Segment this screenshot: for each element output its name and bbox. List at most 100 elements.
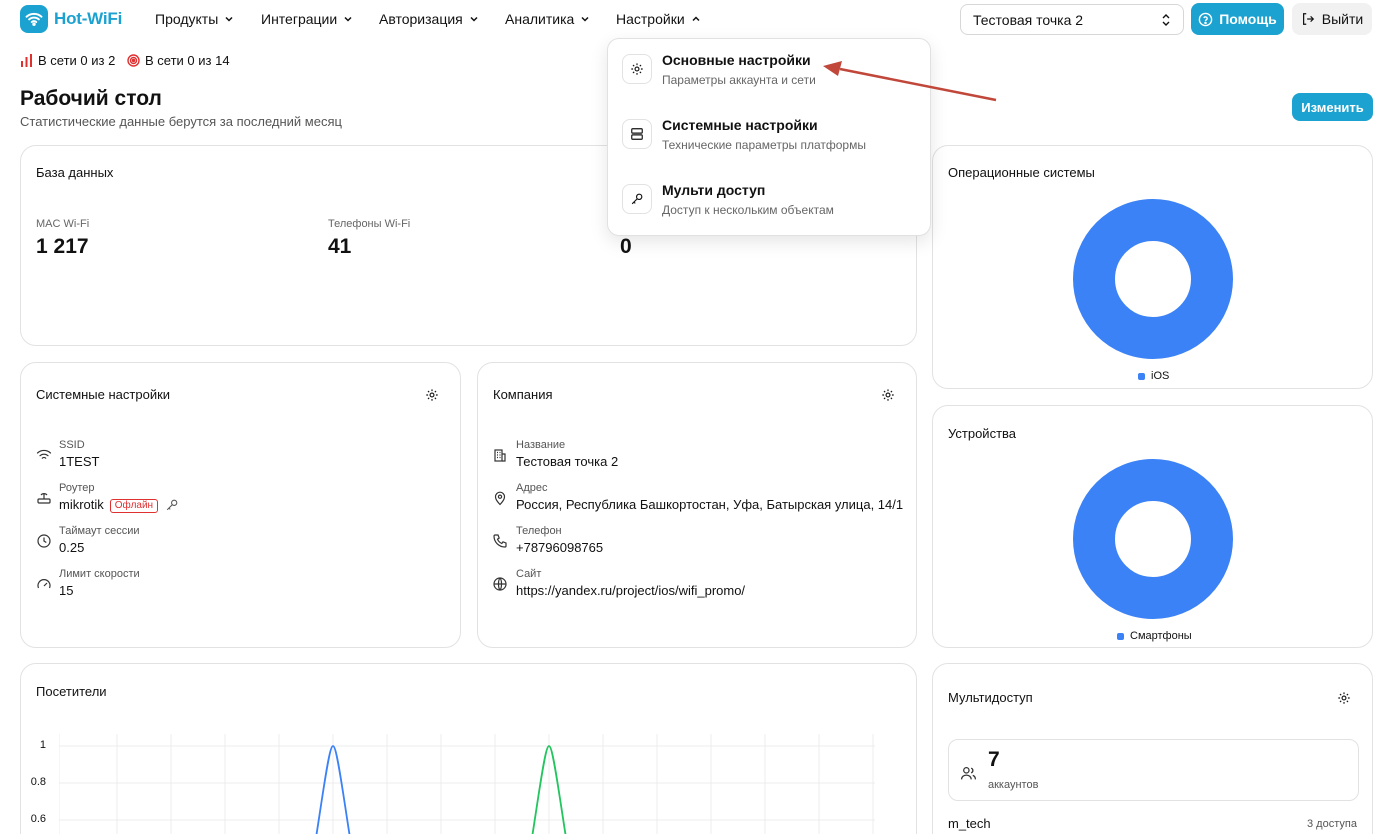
- help-button-label: Помощь: [1219, 11, 1277, 27]
- speedometer-icon: [37, 579, 51, 589]
- legend-swatch: [1138, 372, 1145, 380]
- nav-settings-label: Настройки: [616, 11, 685, 27]
- user-access-count: 3 доступа: [1307, 818, 1357, 830]
- multi-access-title: Мультидоступ: [948, 690, 1033, 705]
- os-donut-chart: [1073, 199, 1233, 359]
- router-value: mikrotik: [59, 497, 104, 512]
- logo-text: Hot-WiFi: [54, 9, 123, 28]
- mac-value: 1 217: [36, 235, 89, 258]
- mac-label: MAC Wi-Fi: [36, 218, 90, 230]
- site-value[interactable]: https://yandex.ru/project/ios/wifi_promo…: [516, 583, 745, 598]
- nav-authorization-label: Авторизация: [379, 11, 463, 27]
- company-title: Компания: [493, 387, 553, 402]
- menu-item-system-settings[interactable]: Системные настройки Технические параметр…: [622, 117, 918, 169]
- nav-analytics[interactable]: Аналитика: [505, 9, 590, 29]
- router-label: Роутер: [59, 482, 95, 494]
- user-name: m_tech: [948, 816, 991, 831]
- nav-products-label: Продукты: [155, 11, 219, 27]
- nav-settings[interactable]: Настройки: [616, 9, 701, 29]
- nav-products[interactable]: Продукты: [155, 9, 234, 29]
- question-circle-icon: [1198, 12, 1213, 26]
- page-subtitle: Статистические данные берутся за последн…: [20, 114, 342, 129]
- users-icon: [960, 767, 977, 780]
- speed-value: 15: [59, 583, 74, 598]
- points-status-text: В сети 0 из 14: [145, 52, 230, 68]
- point-select-value: Тестовая точка 2: [973, 11, 1084, 28]
- company-card: Компания Название Тестовая точка 2 Адрес…: [477, 362, 917, 648]
- accounts-count: 7: [988, 748, 1000, 771]
- y-tick: 0.8: [30, 776, 46, 788]
- help-button[interactable]: Помощь: [1191, 3, 1284, 35]
- menu-item-multi-access[interactable]: Мульти доступ Доступ к нескольким объект…: [622, 182, 918, 234]
- phone-icon: [493, 534, 507, 548]
- phone-value: +78796098765: [516, 540, 604, 555]
- key-icon[interactable]: [165, 498, 179, 512]
- devices-title: Устройства: [948, 426, 1017, 441]
- location-pin-icon: [494, 491, 506, 506]
- menu-item-main-settings[interactable]: Основные настройки Параметры аккаунта и …: [622, 52, 918, 104]
- edit-button[interactable]: Изменить: [1292, 93, 1373, 121]
- chevron-up-icon: [692, 16, 700, 22]
- settings-dropdown: Основные настройки Параметры аккаунта и …: [607, 38, 931, 236]
- chevron-down-icon: [470, 16, 478, 22]
- ios-slice[interactable]: [1073, 199, 1233, 359]
- os-title: Операционные системы: [948, 165, 1095, 180]
- wifi-icon: [36, 449, 52, 459]
- clock-icon: [37, 534, 51, 548]
- visitors-title: Посетители: [36, 684, 107, 699]
- gear-icon: [622, 54, 652, 84]
- menu-item-title: Основные настройки: [662, 52, 811, 68]
- third-stat-value: 0: [620, 235, 632, 258]
- database-title: База данных: [36, 165, 114, 180]
- menu-item-title: Системные настройки: [662, 117, 818, 133]
- devices-card: Устройства Смартфоны: [932, 405, 1373, 648]
- os-legend: iOS: [1138, 370, 1169, 382]
- visitors-card: Посетители 1 0.8 0.6: [20, 663, 917, 834]
- routers-status: В сети 0 из 2: [20, 52, 115, 68]
- nav-integrations[interactable]: Интеграции: [261, 9, 353, 29]
- building-icon: [494, 449, 506, 462]
- ssid-value: 1TEST: [59, 454, 100, 469]
- router-icon: [37, 493, 51, 504]
- globe-icon: [493, 577, 507, 591]
- page-title: Рабочий стол: [20, 87, 162, 110]
- menu-item-desc: Доступ к нескольким объектам: [662, 203, 834, 217]
- multi-access-card: Мультидоступ 7 аккаунтов m_tech 3 доступ…: [932, 663, 1373, 834]
- point-select[interactable]: Тестовая точка 2: [960, 4, 1184, 35]
- y-tick: 0.6: [30, 813, 46, 825]
- menu-item-desc: Технические параметры платформы: [662, 138, 866, 152]
- exit-button[interactable]: Выйти: [1292, 3, 1372, 35]
- signal-bars-icon: [21, 53, 32, 67]
- system-settings-card: Системные настройки SSID 1TEST Роутер mi…: [20, 362, 461, 648]
- gear-icon[interactable]: [881, 388, 895, 402]
- phone-label: Телефон: [516, 525, 562, 537]
- smartphones-slice[interactable]: [1073, 459, 1233, 619]
- site-label: Сайт: [516, 568, 542, 580]
- nav-integrations-label: Интеграции: [261, 11, 338, 27]
- company-name-label: Название: [516, 439, 566, 451]
- select-arrows-icon: [1162, 13, 1170, 26]
- nav-analytics-label: Аналитика: [505, 11, 575, 27]
- accounts-box: 7 аккаунтов: [948, 739, 1359, 801]
- server-icon: [622, 119, 652, 149]
- routers-status-text: В сети 0 из 2: [38, 52, 116, 68]
- broadcast-icon: [127, 53, 140, 67]
- logout-icon: [1302, 13, 1314, 25]
- y-tick: 1: [39, 739, 46, 751]
- visitors-line-chart: [59, 734, 875, 834]
- nav-authorization[interactable]: Авторизация: [379, 9, 479, 29]
- gear-icon[interactable]: [1337, 691, 1351, 705]
- gear-icon[interactable]: [425, 388, 439, 402]
- logo[interactable]: Hot-WiFi: [20, 5, 122, 33]
- devices-donut-chart: [1073, 459, 1233, 619]
- router-row: mikrotik Офлайн: [59, 497, 179, 513]
- timeout-value: 0.25: [59, 540, 85, 555]
- system-settings-title: Системные настройки: [36, 387, 171, 402]
- phones-label: Телефоны Wi-Fi: [328, 218, 411, 230]
- address-value: Россия, Республика Башкортостан, Уфа, Ба…: [516, 497, 904, 512]
- chevron-down-icon: [581, 16, 589, 22]
- speed-label: Лимит скорости: [59, 568, 140, 580]
- os-legend-label: iOS: [1151, 370, 1170, 382]
- devices-legend-label: Смартфоны: [1130, 630, 1192, 642]
- menu-item-title: Мульти доступ: [662, 182, 766, 198]
